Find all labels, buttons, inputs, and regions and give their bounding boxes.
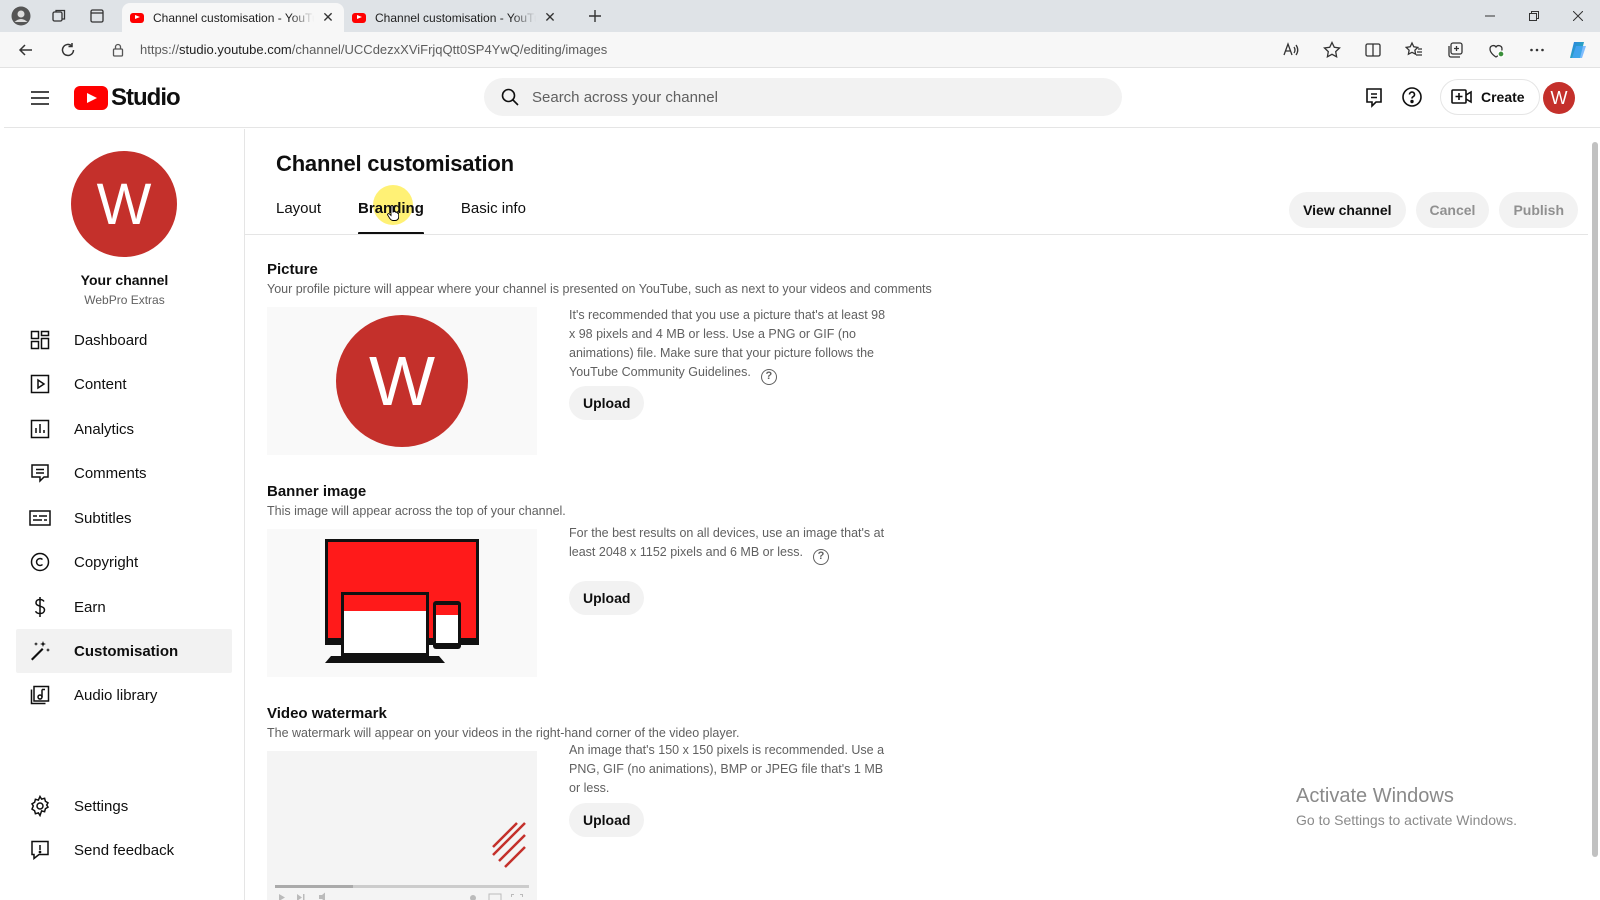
banner-upload-button[interactable]: Upload — [569, 581, 645, 615]
browser-tab-2[interactable]: Channel customisation - YouTube Studio ✕ — [344, 3, 566, 32]
scrollbar-thumb[interactable] — [1592, 142, 1598, 857]
watermark-section-title: Video watermark — [267, 705, 387, 722]
sidebar-item-subtitles[interactable]: Subtitles — [16, 496, 232, 540]
activate-windows-watermark: Activate Windows Go to Settings to activ… — [1296, 785, 1517, 828]
video-plus-icon — [1451, 88, 1473, 106]
magic-wand-icon — [28, 639, 52, 663]
banner-section-desc: This image will appear across the top of… — [267, 504, 566, 518]
search-bar[interactable] — [484, 78, 1122, 116]
sidebar-item-settings[interactable]: Settings — [16, 784, 232, 828]
devices-banner-illustration — [325, 539, 479, 663]
profile-picture-preview: W — [336, 315, 468, 447]
lock-icon[interactable] — [106, 39, 130, 61]
subtitles-icon — [28, 506, 52, 530]
sidebar-item-audio-library[interactable]: Audio library — [16, 673, 232, 717]
sidebar-item-content[interactable]: Content — [16, 362, 232, 406]
sidebar-item-copyright[interactable]: Copyright — [16, 540, 232, 584]
help-icon[interactable] — [1399, 84, 1425, 110]
tab-actions-icon[interactable] — [86, 5, 108, 27]
tabs-divider — [245, 234, 1588, 235]
channel-name: WebPro Extras — [84, 293, 165, 307]
view-channel-button[interactable]: View channel — [1289, 192, 1406, 228]
sidebar-item-send-feedback[interactable]: Send feedback — [16, 828, 232, 872]
comments-icon — [28, 461, 52, 485]
browser-tab-1[interactable]: Channel customisation - YouTube Studio ✕ — [122, 3, 344, 32]
banner-section-title: Banner image — [267, 483, 367, 500]
picture-upload-button[interactable]: Upload — [569, 386, 645, 420]
more-options-icon[interactable] — [1525, 39, 1549, 61]
copyright-icon — [28, 550, 52, 574]
sidebar-item-comments[interactable]: Comments — [16, 451, 232, 495]
close-window-icon[interactable] — [1556, 0, 1600, 32]
search-input[interactable] — [532, 88, 1092, 106]
dashboard-icon — [28, 328, 52, 352]
studio-logo[interactable]: Studio — [74, 84, 181, 112]
sidebar-item-dashboard[interactable]: Dashboard — [16, 318, 232, 362]
picture-section-title: Picture — [267, 261, 318, 278]
search-icon — [500, 87, 520, 107]
watermark-section-desc: The watermark will appear on your videos… — [267, 726, 740, 740]
channel-avatar[interactable]: W — [71, 151, 177, 257]
dollar-icon — [28, 595, 52, 619]
account-avatar[interactable]: W — [1543, 82, 1575, 114]
feedback-icon — [28, 838, 52, 862]
new-tab-icon[interactable] — [584, 5, 606, 27]
sidebar-item-customisation[interactable]: Customisation — [16, 629, 232, 673]
split-screen-icon[interactable] — [1361, 39, 1385, 61]
watermark-info: An image that's 150 x 150 pixels is reco… — [569, 743, 885, 795]
browser-essentials-icon[interactable] — [1484, 39, 1508, 61]
picture-info: It's recommended that you use a picture … — [569, 306, 889, 385]
picture-preview: W — [267, 307, 537, 455]
url-field[interactable]: https://studio.youtube.com/channel/UCCde… — [140, 42, 607, 57]
favorite-star-icon[interactable] — [1320, 39, 1344, 61]
copilot-icon[interactable] — [1566, 39, 1590, 61]
tab-layout[interactable]: Layout — [276, 195, 321, 235]
page-title: Channel customisation — [276, 151, 514, 176]
restore-icon[interactable] — [1512, 0, 1556, 32]
watermark-upload-button[interactable]: Upload — [569, 803, 645, 837]
read-aloud-icon[interactable] — [1279, 39, 1303, 61]
workspaces-icon[interactable] — [48, 5, 70, 27]
back-icon[interactable] — [14, 39, 38, 61]
publish-button[interactable]: Publish — [1499, 192, 1578, 228]
banner-preview — [267, 529, 537, 677]
refresh-icon[interactable] — [56, 39, 80, 61]
content-play-icon — [28, 372, 52, 396]
channel-title: Your channel — [80, 272, 169, 288]
close-tab-icon[interactable]: ✕ — [542, 9, 558, 26]
youtube-favicon-icon — [130, 12, 144, 23]
help-icon[interactable]: ? — [760, 368, 777, 385]
analytics-icon — [28, 417, 52, 441]
tab-basic-info[interactable]: Basic info — [461, 195, 526, 235]
minimize-icon[interactable] — [1468, 0, 1512, 32]
help-icon[interactable]: ? — [812, 548, 829, 565]
customisation-tabs: Layout Branding Basic info — [276, 195, 563, 235]
studio-header: Studio Create W — [4, 68, 1600, 128]
sidebar-item-earn[interactable]: Earn — [16, 585, 232, 629]
youtube-logo-icon — [74, 86, 108, 110]
picture-section-desc: Your profile picture will appear where y… — [267, 282, 932, 296]
video-player-illustration — [275, 822, 529, 900]
gear-icon — [28, 794, 52, 818]
address-bar: https://studio.youtube.com/channel/UCCde… — [0, 32, 1600, 68]
hand-cursor-icon — [387, 205, 399, 221]
cancel-button[interactable]: Cancel — [1415, 192, 1490, 228]
watermark-preview — [267, 751, 537, 900]
sidebar: W Your channel WebPro Extras Dashboard C… — [4, 129, 245, 900]
banner-info: For the best results on all devices, use… — [569, 524, 889, 565]
feedback-comment-icon[interactable] — [1361, 84, 1387, 110]
audio-library-icon — [28, 683, 52, 707]
browser-tab-strip: Channel customisation - YouTube Studio ✕… — [0, 0, 1600, 32]
collections-icon[interactable] — [1443, 39, 1467, 61]
page-scrollbar[interactable] — [1590, 130, 1600, 900]
close-tab-icon[interactable]: ✕ — [320, 9, 336, 26]
create-button[interactable]: Create — [1440, 79, 1540, 115]
favorites-icon[interactable] — [1402, 39, 1426, 61]
menu-icon[interactable] — [28, 86, 52, 110]
sidebar-item-analytics[interactable]: Analytics — [16, 407, 232, 451]
profile-icon[interactable] — [10, 5, 32, 27]
youtube-favicon-icon — [352, 12, 366, 23]
